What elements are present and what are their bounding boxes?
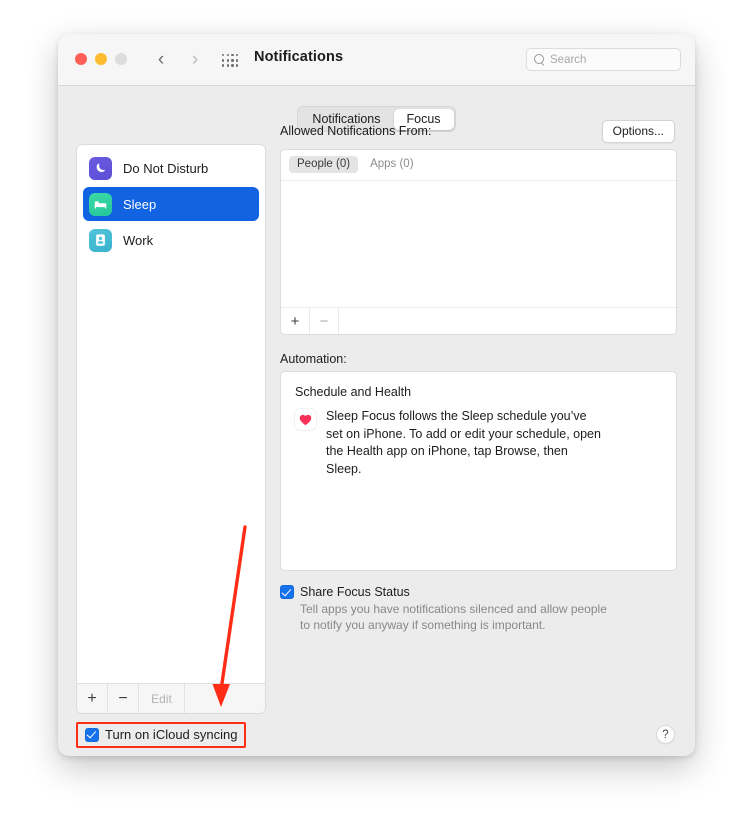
preferences-body: Do Not Disturb Sleep (76, 118, 677, 744)
allowed-list-tabs: People (0) Apps (0) (281, 150, 676, 181)
search-icon (534, 54, 545, 65)
allowed-list-body[interactable] (281, 181, 676, 307)
show-all-grid-icon[interactable] (222, 54, 239, 68)
badge-person-icon (89, 229, 112, 252)
icloud-syncing-checkbox[interactable] (85, 728, 99, 742)
search-field[interactable]: Search (526, 48, 681, 71)
moon-icon (89, 157, 112, 180)
options-button[interactable]: Options... (602, 120, 675, 143)
automation-description: Sleep Focus follows the Sleep schedule y… (326, 408, 606, 478)
window-titlebar: ‹ › Notifications Search (58, 34, 695, 86)
bed-icon (89, 193, 112, 216)
share-focus-status-row[interactable]: Share Focus Status Tell apps you have no… (280, 585, 677, 633)
sidebar-item-label: Sleep (123, 197, 156, 212)
back-button[interactable]: ‹ (150, 48, 172, 72)
icloud-syncing-label: Turn on iCloud syncing (105, 727, 237, 742)
page-title: Notifications (254, 49, 343, 65)
add-focus-button[interactable]: + (77, 684, 108, 713)
share-focus-status-label: Share Focus Status (300, 585, 620, 599)
help-button[interactable]: ? (656, 725, 675, 744)
search-placeholder: Search (550, 54, 586, 66)
automation-box: Schedule and Health Sleep Focus follows … (280, 371, 677, 571)
forward-button[interactable]: › (184, 48, 206, 72)
minimize-button[interactable] (95, 53, 107, 65)
notifications-preferences-window: ‹ › Notifications Search Notifications F… (58, 34, 695, 756)
focus-modes-sidebar: Do Not Disturb Sleep (76, 144, 266, 714)
sidebar-item-do-not-disturb[interactable]: Do Not Disturb (83, 151, 259, 185)
add-person-button[interactable]: + (281, 308, 310, 334)
tab-apps[interactable]: Apps (0) (362, 156, 421, 173)
sidebar-item-label: Do Not Disturb (123, 161, 208, 176)
allowed-notifications-list: People (0) Apps (0) + − (280, 149, 677, 335)
sidebar-item-work[interactable]: Work (83, 223, 259, 257)
health-heart-icon (295, 409, 316, 430)
icloud-syncing-row[interactable]: Turn on iCloud syncing (76, 722, 246, 748)
automation-content: Sleep Focus follows the Sleep schedule y… (295, 408, 662, 478)
allowed-notifications-label: Allowed Notifications From: (280, 124, 431, 138)
share-focus-status-checkbox[interactable] (280, 585, 294, 599)
sidebar-item-sleep[interactable]: Sleep (83, 187, 259, 221)
focus-modes-list: Do Not Disturb Sleep (77, 145, 265, 257)
allowed-list-footer: + − (281, 307, 676, 334)
automation-title: Schedule and Health (295, 385, 662, 399)
focus-detail-panel: Allowed Notifications From: Options... P… (280, 118, 677, 744)
share-focus-status-description: Tell apps you have notifications silence… (300, 601, 620, 633)
zoom-button[interactable] (115, 53, 127, 65)
sidebar-item-label: Work (123, 233, 153, 248)
automation-label: Automation: (280, 352, 677, 366)
allowed-notifications-header: Allowed Notifications From: Options... (280, 118, 677, 144)
remove-person-button[interactable]: − (310, 308, 339, 334)
edit-focus-button[interactable]: Edit (139, 684, 185, 713)
close-button[interactable] (75, 53, 87, 65)
traffic-light-buttons (75, 53, 127, 65)
share-focus-status-text: Share Focus Status Tell apps you have no… (300, 585, 620, 633)
sidebar-footer-toolbar: + − Edit (77, 683, 265, 713)
remove-focus-button[interactable]: − (108, 684, 139, 713)
tab-people[interactable]: People (0) (289, 156, 358, 173)
